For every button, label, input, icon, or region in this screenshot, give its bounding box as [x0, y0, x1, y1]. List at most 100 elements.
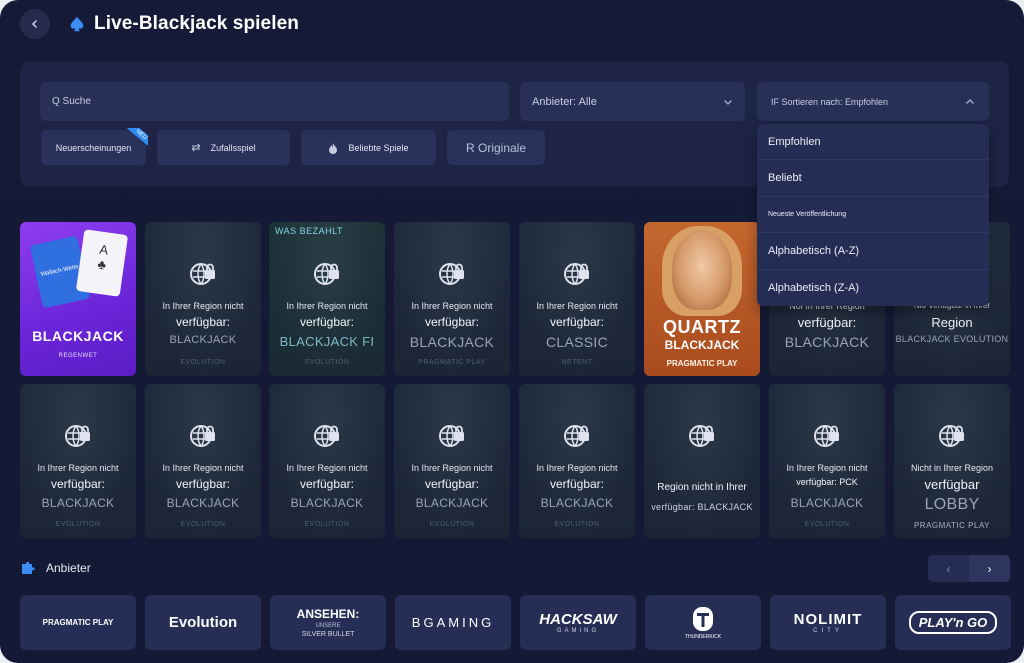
game-card[interactable]: In Ihrer Region nicht verfügbar: BLACKJA… — [20, 384, 136, 538]
providers-pager: ‹ › — [928, 555, 1010, 582]
locked-globe-icon — [65, 425, 90, 447]
provider-logo: BGAMING — [411, 615, 495, 630]
provider-ansehen[interactable]: ANSEHEN: UNSERE SILVER BULLET — [270, 595, 386, 650]
region-notice: In Ihrer Region nicht — [411, 463, 493, 473]
game-card[interactable]: In Ihrer Region nicht verfügbar: BLACKJA… — [519, 384, 635, 538]
locked-globe-icon — [314, 425, 339, 447]
locked-globe-icon — [190, 425, 215, 447]
provider-logo: PRAGMATIC PLAY — [42, 618, 114, 627]
game-title: BLACKJACK — [41, 496, 115, 510]
provider-logo: HACKSAW — [539, 611, 617, 628]
provider-pragmatic-play[interactable]: PRAGMATIC PLAY — [20, 595, 136, 650]
game-card[interactable]: Region nicht in Ihrer verfügbar: BLACKJA… — [644, 384, 760, 538]
provider-evolution[interactable]: Evolution — [145, 595, 261, 650]
sort-select-label: IF Sortieren nach: Empfohlen — [771, 96, 889, 107]
provider-logo-small: UNSERE — [315, 623, 341, 629]
game-card[interactable]: WAS BEZAHLT In Ihrer Region nicht verfüg… — [269, 222, 385, 376]
region-notice-2: verfügbar: — [424, 477, 480, 491]
sort-select[interactable]: IF Sortieren nach: Empfohlen — [757, 82, 989, 121]
region-notice-2: verfügbar: — [549, 477, 605, 491]
game-card[interactable]: Nicht in Ihrer Region verfügbar LOBBY PR… — [894, 384, 1010, 538]
locked-globe-icon — [190, 263, 215, 285]
chip-random-game[interactable]: ⇄ Zufallsspiel — [157, 130, 290, 165]
game-card[interactable]: In Ihrer Region nicht verfügbar: BLACKJA… — [394, 384, 510, 538]
provider-nolimit-city[interactable]: NOLIMIT CITY — [770, 595, 886, 650]
game-card[interactable]: In Ihrer Region nicht verfügbar: BLACKJA… — [394, 222, 510, 376]
provider-logo: PLAY'n GO — [908, 611, 998, 634]
region-notice: In Ihrer Region nicht — [411, 301, 493, 311]
game-card[interactable]: In Ihrer Region nicht verfügbar: BLACKJA… — [145, 222, 261, 376]
provider-select[interactable]: Anbieter: Alle — [520, 82, 745, 121]
game-card[interactable]: In Ihrer Region nicht verfügbar: BLACKJA… — [269, 384, 385, 538]
new-badge: NEU — [122, 128, 148, 146]
game-card[interactable]: In Ihrer Region nicht verfügbar: BLACKJA… — [145, 384, 261, 538]
chip-originals[interactable]: R Originale — [447, 130, 545, 165]
game-tag: WAS BEZAHLT — [275, 226, 344, 236]
game-subtitle: REGENWET — [58, 353, 98, 359]
locked-globe-icon — [439, 425, 464, 447]
provider-logo: THUNDERKICK — [684, 633, 722, 640]
game-provider: EVOLUTION — [804, 521, 850, 528]
game-title-2: BLACKJACK — [664, 338, 740, 352]
provider-bgaming[interactable]: BGAMING — [395, 595, 511, 650]
game-title: BLACKJACK — [409, 334, 495, 350]
region-notice-2: verfügbar: — [299, 477, 355, 491]
game-title: LOBBY — [924, 496, 980, 513]
game-title: CLASSIC — [545, 334, 608, 350]
back-button[interactable] — [20, 9, 50, 39]
ace-card-image: A ♣ — [75, 229, 129, 297]
game-provider: EVOLUTION — [304, 521, 350, 528]
game-card-quartz-blackjack[interactable]: QUARTZ BLACKJACK PRAGMATIC PLAY — [644, 222, 760, 376]
sort-option-a-z[interactable]: Alphabetisch (A-Z) — [757, 233, 989, 270]
locked-globe-icon — [314, 263, 339, 285]
chevron-up-icon — [966, 98, 974, 104]
provider-logo: NOLIMIT — [793, 611, 863, 628]
provider-logo: Evolution — [168, 614, 238, 631]
provider-hacksaw[interactable]: HACKSAW GAMING — [520, 595, 636, 650]
next-page-button[interactable]: › — [969, 555, 1010, 582]
game-card[interactable]: In Ihrer Region nicht verfügbar: PCK BLA… — [769, 384, 885, 538]
locked-globe-icon — [939, 425, 964, 447]
chevron-left-icon — [31, 19, 38, 29]
search-input[interactable]: Q Suche — [40, 82, 509, 121]
locked-globe-icon — [439, 263, 464, 285]
chip-popular-games-label: Beliebte Spiele — [348, 142, 409, 153]
provider-logo-sub: CITY — [813, 628, 843, 634]
provider-logo: ANSEHEN: — [296, 607, 360, 621]
provider-play-n-go[interactable]: PLAY'n GO — [895, 595, 1011, 650]
game-provider: PRAGMATIC PLAY — [418, 359, 486, 366]
game-card[interactable]: In Ihrer Region nicht verfügbar: CLASSIC… — [519, 222, 635, 376]
locked-globe-icon — [814, 425, 839, 447]
region-notice: In Ihrer Region nicht — [536, 301, 618, 311]
region-notice: In Ihrer Region nicht — [162, 463, 244, 473]
chip-popular-games[interactable]: Beliebte Spiele — [301, 130, 436, 165]
game-provider: EVOLUTION — [554, 521, 600, 528]
region-notice: In Ihrer Region nicht — [37, 463, 119, 473]
game-title: verfügbar: BLACKJACK — [651, 502, 753, 512]
locked-globe-icon — [689, 425, 714, 447]
provider-thunderkick[interactable]: THUNDERKICK — [645, 595, 761, 650]
sort-option-newest[interactable]: Neueste Veröffentlichung — [757, 197, 989, 234]
game-title: BLACKJACK EVOLUTION — [895, 334, 1009, 344]
region-notice-2: verfügbar — [924, 477, 980, 492]
sort-option-popular[interactable]: Beliebt — [757, 160, 989, 197]
region-notice: In Ihrer Region nicht — [162, 301, 244, 311]
provider-select-label: Anbieter: Alle — [532, 95, 597, 108]
provider-logo-sub: SILVER BULLET — [301, 631, 355, 638]
sort-option-z-a[interactable]: Alphabetisch (Z-A) — [757, 270, 989, 306]
sort-option-recommended[interactable]: Empfohlen — [757, 124, 989, 161]
game-title: QUARTZ — [663, 317, 741, 337]
chip-random-game-label: Zufallsspiel — [210, 142, 256, 153]
region-notice-2: verfügbar: — [797, 315, 857, 330]
sort-dropdown-menu: Empfohlen Beliebt Neueste Veröffentlichu… — [757, 124, 989, 306]
game-provider: EVOLUTION — [180, 521, 226, 528]
game-card-blackjack-promo[interactable]: Wallach-Wette A ♣ BLACKJACK REGENWET — [20, 222, 136, 376]
prev-page-button[interactable]: ‹ — [928, 555, 969, 582]
game-title: BLACKJACK — [32, 328, 124, 344]
game-title: BLACKJACK — [790, 496, 864, 510]
chip-new-releases[interactable]: Neuerscheinungen NEU — [41, 128, 148, 165]
region-notice-2: verfügbar: PCK — [796, 477, 858, 487]
game-title: BLACKJACK — [166, 496, 240, 510]
providers-header: Anbieter — [20, 560, 91, 576]
search-placeholder: Q Suche — [52, 96, 91, 107]
